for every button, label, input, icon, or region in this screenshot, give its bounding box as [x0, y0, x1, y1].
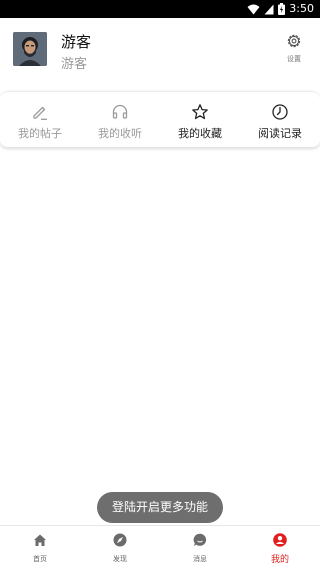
login-toast: 登陆开启更多功能	[97, 492, 223, 523]
menu-my-favorites[interactable]: 我的收藏	[160, 92, 240, 147]
nav-label: 消息	[193, 555, 207, 563]
nav-mine[interactable]: 我的	[240, 526, 320, 570]
signal-icon	[264, 4, 274, 14]
headphones-icon	[112, 104, 128, 119]
status-time: 3:50	[289, 2, 314, 15]
star-icon	[192, 104, 208, 120]
settings-label: 设置	[287, 55, 301, 63]
battery-icon	[278, 3, 286, 15]
menu-my-posts[interactable]: 我的帖子	[0, 92, 80, 147]
status-icons: 3:50	[247, 2, 314, 16]
status-bar: 3:50	[0, 0, 320, 18]
profile-header: 游客 游客 设置	[0, 18, 320, 90]
pencil-icon	[33, 106, 47, 120]
nav-label: 首页	[33, 555, 47, 563]
menu-label: 我的收听	[98, 127, 142, 140]
nav-label: 我的	[270, 555, 289, 565]
avatar[interactable]	[13, 32, 47, 66]
user-subtitle: 游客	[61, 57, 88, 72]
message-icon	[193, 533, 207, 546]
nav-label: 发现	[113, 555, 127, 563]
wifi-icon	[247, 4, 260, 14]
bottom-nav: 首页 发现 消息 我的	[0, 525, 320, 570]
menu-label: 我的收藏	[178, 127, 222, 140]
settings-button[interactable]: 设置	[282, 33, 306, 64]
nav-home[interactable]: 首页	[0, 526, 80, 570]
menu-reading-history[interactable]: 阅读记录	[240, 92, 320, 147]
nav-messages[interactable]: 消息	[160, 526, 240, 570]
nav-discover[interactable]: 发现	[80, 526, 160, 570]
clock-icon	[272, 104, 288, 120]
home-icon	[34, 534, 46, 546]
compass-icon	[113, 533, 127, 547]
user-name: 游客	[61, 33, 92, 51]
menu-label: 我的帖子	[18, 127, 62, 140]
menu-my-listens[interactable]: 我的收听	[80, 92, 160, 147]
profile-menu-card: 我的帖子 我的收听 我的收藏 阅读记录	[0, 91, 320, 148]
user-icon	[273, 533, 287, 547]
menu-label: 阅读记录	[258, 127, 302, 140]
gear-icon	[287, 34, 301, 48]
